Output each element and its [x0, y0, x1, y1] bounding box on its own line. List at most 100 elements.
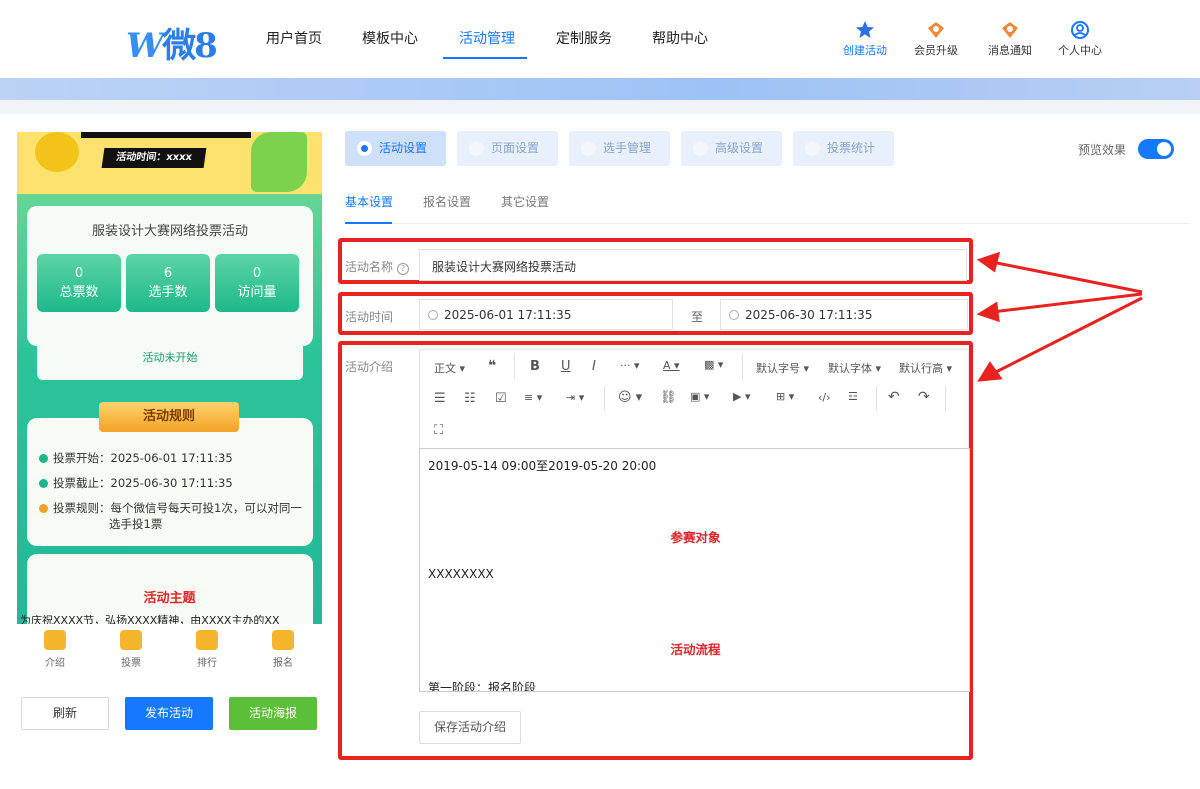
editor-line: 第一阶段：报名阶段 — [428, 681, 537, 692]
font-family-label: 默认字体 — [828, 362, 872, 375]
image-icon[interactable]: ▣ ▾ — [690, 390, 709, 403]
nav-item-template-center[interactable]: 模板中心 — [362, 28, 418, 48]
create-activity-button[interactable]: 创建活动 — [835, 20, 895, 58]
nav-item-user-home[interactable]: 用户首页 — [266, 28, 322, 48]
subtab-basic-settings[interactable]: 基本设置 — [345, 193, 393, 210]
tab-signup[interactable]: 报名 — [263, 630, 303, 669]
background-color-icon[interactable]: ▩ ▾ — [704, 358, 723, 371]
stat-visits: 0 访问量 — [215, 254, 299, 312]
underline-icon[interactable]: U — [561, 359, 571, 374]
indent-icon[interactable]: ⇥ ▾ — [566, 391, 584, 404]
video-icon[interactable]: ▶ ▾ — [733, 390, 750, 403]
font-size-select[interactable]: 默认字号 ▾ — [756, 360, 809, 376]
stat-total-votes-label: 总票数 — [59, 285, 99, 300]
link-icon[interactable]: ⛓ — [660, 390, 677, 405]
bold-icon[interactable]: B — [530, 359, 540, 374]
numbered-list-icon[interactable]: ☷ — [464, 391, 476, 406]
rule-vote-start: 投票开始：2025-06-01 17:11:35 — [39, 450, 233, 466]
settings-tab-icon — [357, 141, 372, 156]
italic-icon[interactable]: I — [592, 359, 596, 374]
clock-icon — [428, 310, 438, 320]
tab-ranking[interactable]: 排行 — [187, 630, 227, 669]
toolbar-separator — [604, 386, 605, 412]
bullet-list-icon[interactable]: ☰ — [434, 391, 446, 406]
time-range-separator: 至 — [691, 310, 704, 324]
paragraph-style-label: 正文 — [434, 362, 456, 375]
subtab-active-underline — [345, 222, 392, 224]
fullscreen-icon[interactable]: ⛶ — [434, 423, 443, 438]
subtab-signup-settings[interactable]: 报名设置 — [423, 193, 471, 210]
toolbar-separator — [945, 386, 946, 412]
rich-text-editor[interactable]: 2019-05-14 09:00至2019-05-20 20:00 参赛对象 X… — [419, 448, 970, 692]
toolbar-separator — [876, 386, 877, 412]
messages-button[interactable]: 消息通知 — [980, 20, 1040, 58]
redo-icon[interactable]: ↷ — [918, 389, 930, 405]
editor-line: XXXXXXXX — [428, 567, 494, 581]
annotation-arrows — [976, 251, 1143, 382]
code-icon[interactable]: ‹/› — [818, 391, 831, 404]
activity-name-label: 活动名称? — [345, 258, 410, 275]
publish-activity-button[interactable]: 发布活动 — [125, 697, 213, 730]
editor-toolbar: 正文 ▾ ❝ B U I ··· ▾ A ▾ ▩ ▾ 默认字号 ▾ 默认字体 ▾… — [419, 349, 969, 449]
toolbar-separator — [742, 354, 743, 380]
save-intro-button[interactable]: 保存活动介绍 — [419, 711, 521, 744]
font-family-select[interactable]: 默认字体 ▾ — [828, 360, 881, 376]
info-icon — [39, 504, 48, 513]
line-height-select[interactable]: 默认行高 ▾ — [899, 360, 952, 376]
activity-name-label-text: 活动名称 — [345, 260, 394, 274]
line-height-label: 默认行高 — [899, 362, 943, 375]
header-banner — [0, 78, 1200, 100]
preview-toggle-label: 预览效果 — [1078, 143, 1127, 157]
rule-vote-start-text: 投票开始：2025-06-01 17:11:35 — [53, 451, 233, 465]
logo-letter: W — [126, 26, 164, 66]
paragraph-style-select[interactable]: 正文 ▾ — [434, 360, 465, 376]
tab-activity-settings[interactable]: 活动设置 — [345, 131, 446, 166]
mobile-preview[interactable]: 活动时间：xxxx 服装设计大赛网络投票活动 0 总票数 6 选手数 0 访问量… — [17, 132, 322, 624]
tab-vote[interactable]: 投票 — [111, 630, 151, 669]
logo[interactable]: W微8 — [126, 18, 218, 67]
help-icon[interactable]: ? — [397, 263, 410, 275]
end-time-input[interactable]: 2025-06-30 17:11:35 — [720, 299, 968, 330]
nav-item-help-center[interactable]: 帮助中心 — [652, 28, 708, 48]
nav-item-activity-management[interactable]: 活动管理 — [459, 28, 515, 48]
activity-poster-button[interactable]: 活动海报 — [229, 697, 317, 730]
quote-icon[interactable]: ❝ — [488, 358, 496, 374]
tab-intro[interactable]: 介绍 — [35, 630, 75, 669]
tab-advanced-settings[interactable]: 高级设置 — [681, 131, 782, 166]
subtab-other-settings[interactable]: 其它设置 — [501, 193, 549, 210]
more-format-icon[interactable]: ··· ▾ — [620, 359, 640, 372]
stat-contestants-value: 6 — [163, 266, 173, 281]
top-navigation: W微8 用户首页 模板中心 活动管理 定制服务 帮助中心 创建活动 会员升级 消… — [0, 0, 1200, 78]
tab-vote-statistics[interactable]: 投票统计 — [793, 131, 894, 166]
header-banner-bottom — [0, 100, 1200, 114]
refresh-button[interactable]: 刷新 — [21, 697, 109, 730]
rule-vote-rule-text: 投票规则：每个微信号每天可投1次，可以对同一 — [53, 501, 302, 515]
preview-toggle[interactable] — [1138, 139, 1174, 159]
preview-header-image: 活动时间：xxxx — [17, 132, 322, 194]
divider-icon[interactable]: ☲ — [848, 390, 858, 403]
table-icon[interactable]: ⊞ ▾ — [776, 390, 794, 403]
profile-label: 个人中心 — [1058, 44, 1102, 57]
nav-item-custom-service[interactable]: 定制服务 — [556, 28, 612, 48]
profile-button[interactable]: 个人中心 — [1050, 20, 1110, 58]
align-icon[interactable]: ≡ ▾ — [524, 391, 542, 404]
start-time-value: 2025-06-01 17:11:35 — [444, 308, 572, 322]
activity-status: 活动未开始 — [37, 336, 303, 380]
tab-advanced-settings-label: 高级设置 — [715, 141, 764, 155]
tab-ranking-label: 排行 — [197, 658, 217, 669]
editor-heading: 活动流程 — [670, 642, 721, 657]
arrow-head — [976, 301, 1000, 323]
start-time-input[interactable]: 2025-06-01 17:11:35 — [419, 299, 673, 330]
font-color-icon[interactable]: A ▾ — [663, 359, 680, 372]
checklist-icon[interactable]: ☑ — [495, 391, 507, 406]
member-upgrade-button[interactable]: 会员升级 — [906, 20, 966, 58]
star-create-icon — [856, 21, 874, 38]
stats-icon — [805, 141, 820, 156]
emoji-icon[interactable]: ☺ ▾ — [618, 390, 642, 405]
intro-icon — [44, 630, 66, 650]
tab-contestant-management[interactable]: 选手管理 — [569, 131, 670, 166]
tab-page-settings[interactable]: 页面设置 — [457, 131, 558, 166]
undo-icon[interactable]: ↶ — [888, 389, 900, 405]
activity-name-input[interactable]: 服装设计大赛网络投票活动 — [419, 249, 967, 281]
clock-icon — [39, 479, 48, 488]
